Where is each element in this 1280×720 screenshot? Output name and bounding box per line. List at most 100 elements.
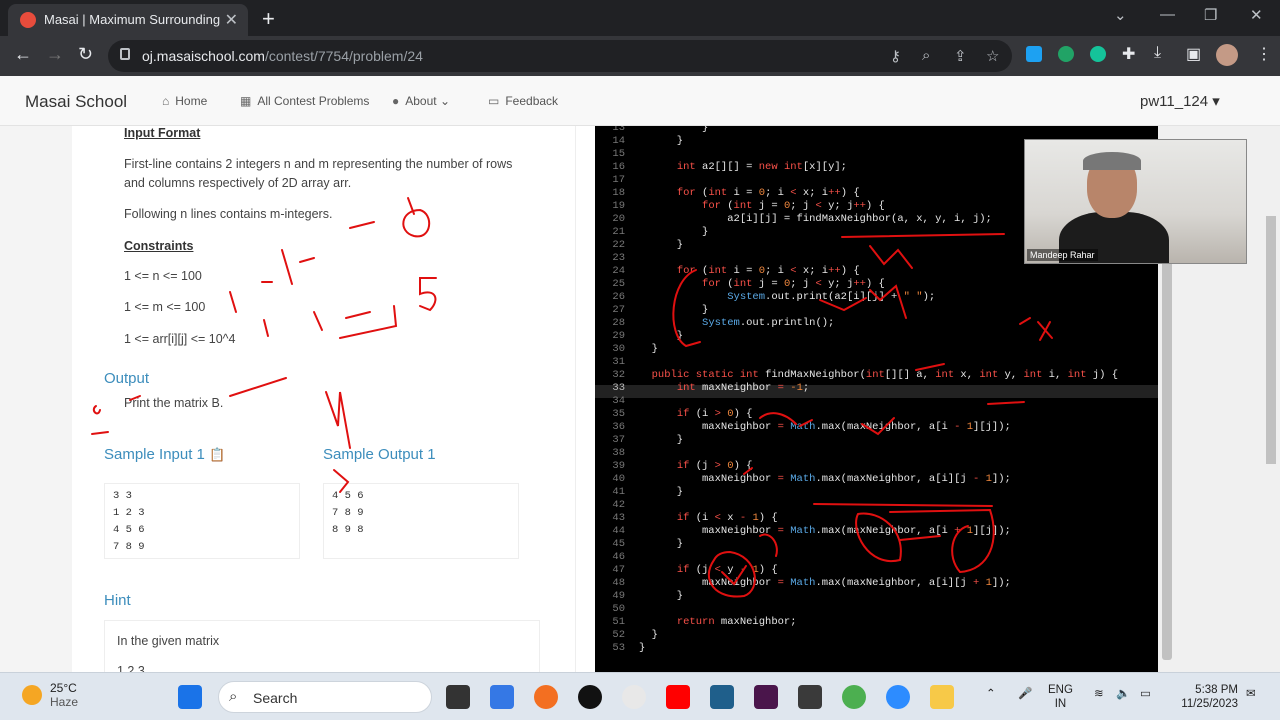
- search-label: Search: [253, 690, 298, 706]
- line-number: 26: [612, 291, 625, 303]
- code-line: maxNeighbor = Math.max(maxNeighbor, a[i …: [639, 421, 1011, 433]
- line-number: 32: [612, 369, 625, 381]
- chrome-menu-icon[interactable]: ⋮: [1256, 44, 1272, 64]
- time: 5:38 PM: [1195, 684, 1238, 696]
- code-line: }: [639, 343, 658, 355]
- battery-icon[interactable]: ▭: [1140, 687, 1151, 701]
- nav-all-contest-problems[interactable]: ▦ All Contest Problems: [240, 94, 369, 108]
- chrome-icon[interactable]: [842, 685, 866, 709]
- constraint-m: 1 <= m <= 100: [124, 300, 206, 314]
- zoom-icon[interactable]: ⌕: [922, 47, 930, 64]
- reload-icon[interactable]: ↻: [78, 44, 93, 65]
- grammarly-icon[interactable]: [1090, 46, 1106, 62]
- search-icon: ⌕: [229, 688, 238, 705]
- output-text: Print the matrix B.: [124, 396, 224, 410]
- code-line: }: [639, 590, 684, 602]
- line-number: 42: [612, 499, 625, 511]
- clock[interactable]: 5:38 PM 11/25/2023: [1172, 683, 1238, 711]
- line-number: 19: [612, 200, 625, 212]
- nav-about[interactable]: ● About ⌄: [392, 94, 450, 108]
- back-icon[interactable]: ←: [14, 44, 32, 65]
- input-line-1: First-line contains 2 integers n and m r…: [124, 157, 513, 171]
- wifi-icon[interactable]: ≋: [1094, 687, 1104, 701]
- nav-feedback[interactable]: ▭ Feedback: [488, 94, 558, 108]
- line-number: 20: [612, 213, 625, 225]
- vscode-icon[interactable]: [710, 685, 734, 709]
- line-number: 33: [612, 382, 625, 394]
- grid-icon: ▦: [240, 94, 252, 108]
- line-number: 22: [612, 239, 625, 251]
- microphone-icon[interactable]: 🎤: [1018, 687, 1032, 701]
- close-tab-icon[interactable]: ✕: [225, 10, 238, 30]
- lock-icon: [120, 48, 130, 60]
- address-bar[interactable]: oj.masaischool.com/contest/7754/problem/…: [108, 40, 1012, 72]
- code-line: return maxNeighbor;: [676, 616, 797, 628]
- share-icon[interactable]: ⇪: [954, 47, 967, 65]
- line-number: 43: [612, 512, 625, 524]
- slack-icon[interactable]: [754, 685, 778, 709]
- line-number: 51: [612, 616, 625, 628]
- constraints-heading: Constraints: [124, 239, 194, 253]
- file-explorer-icon[interactable]: [930, 685, 954, 709]
- taskbar-search[interactable]: ⌕ Search: [218, 681, 432, 713]
- line-number: 30: [612, 343, 625, 355]
- code-line: if (i > 0) {: [676, 408, 753, 420]
- extension-quote-icon[interactable]: [1058, 46, 1074, 62]
- weather-widget[interactable]: 25°C Haze: [50, 681, 78, 709]
- sample-output-line: 4 5 6: [332, 490, 364, 502]
- chevron-down-icon[interactable]: ⌄: [1114, 6, 1127, 24]
- code-line: maxNeighbor = Math.max(maxNeighbor, a[i]…: [639, 473, 1011, 485]
- youtube-icon[interactable]: [666, 685, 690, 709]
- sample-input-line: 3 3: [113, 490, 132, 502]
- side-panel-icon[interactable]: ▣: [1186, 44, 1201, 64]
- minimize-icon[interactable]: —: [1160, 6, 1175, 23]
- pen-app-icon[interactable]: [534, 685, 558, 709]
- extensions-puzzle-icon[interactable]: ✚: [1122, 44, 1135, 64]
- record-icon[interactable]: [578, 685, 602, 709]
- copy-icon[interactable]: 📋: [209, 447, 225, 462]
- extension-s-icon[interactable]: [1026, 46, 1042, 62]
- download-icon[interactable]: ⤓: [1154, 44, 1161, 62]
- windows-start-icon[interactable]: [178, 685, 202, 709]
- language-indicator[interactable]: ENG IN: [1048, 683, 1073, 711]
- new-tab-icon[interactable]: +: [262, 6, 275, 32]
- line-number: 50: [612, 603, 625, 615]
- weather-sun-icon: [22, 685, 42, 705]
- home-icon: ⌂: [162, 94, 170, 108]
- microsoft-store-icon[interactable]: [490, 685, 514, 709]
- sample-output-heading: Sample Output 1: [323, 446, 436, 463]
- code-line: }: [639, 434, 684, 446]
- windows-taskbar: 25°C Haze ⌕ Search ⌃ 🎤 ENG IN ≋ 🔈 ▭ 5:38…: [0, 672, 1280, 720]
- code-line: for (int j = 0; j < y; j++) {: [702, 278, 885, 290]
- notification-icon[interactable]: ✉: [1246, 687, 1256, 701]
- participant-name: Mandeep Rahar: [1027, 249, 1098, 261]
- m-app-icon[interactable]: [798, 685, 822, 709]
- bookmark-star-icon[interactable]: ☆: [986, 47, 999, 65]
- forward-icon[interactable]: →: [46, 44, 64, 65]
- task-view-icon[interactable]: [446, 685, 470, 709]
- line-number: 14: [612, 135, 625, 147]
- restore-icon[interactable]: ❐: [1204, 6, 1217, 24]
- chrome-alt-icon[interactable]: [622, 685, 646, 709]
- line-number: 37: [612, 434, 625, 446]
- date: 11/25/2023: [1181, 698, 1238, 710]
- nav-home[interactable]: ⌂ Home: [162, 94, 207, 108]
- close-window-icon[interactable]: ✕: [1250, 6, 1263, 24]
- line-number: 18: [612, 187, 625, 199]
- volume-icon[interactable]: 🔈: [1116, 687, 1130, 701]
- code-line: }: [639, 304, 709, 316]
- line-number: 24: [612, 265, 625, 277]
- page-scrollbar[interactable]: [1266, 216, 1276, 464]
- site-navbar: Masai School ⌂ Home ▦ All Contest Problems…: [0, 76, 1280, 126]
- key-icon[interactable]: ⚷: [890, 47, 901, 65]
- zoom-icon[interactable]: [886, 685, 910, 709]
- hint-box: In the given matrix 1 2 3: [104, 620, 540, 672]
- chevron-up-icon[interactable]: ⌃: [986, 687, 996, 701]
- profile-avatar[interactable]: [1216, 44, 1238, 66]
- code-line: maxNeighbor = Math.max(maxNeighbor, a[i]…: [639, 577, 1011, 589]
- browser-tab[interactable]: Masai | Maximum Surrounding ✕: [8, 4, 248, 36]
- line-number: 41: [612, 486, 625, 498]
- lang-region: IN: [1054, 698, 1067, 710]
- user-menu[interactable]: pw11_124 ▾: [1140, 92, 1220, 110]
- site-brand[interactable]: Masai School: [25, 92, 127, 112]
